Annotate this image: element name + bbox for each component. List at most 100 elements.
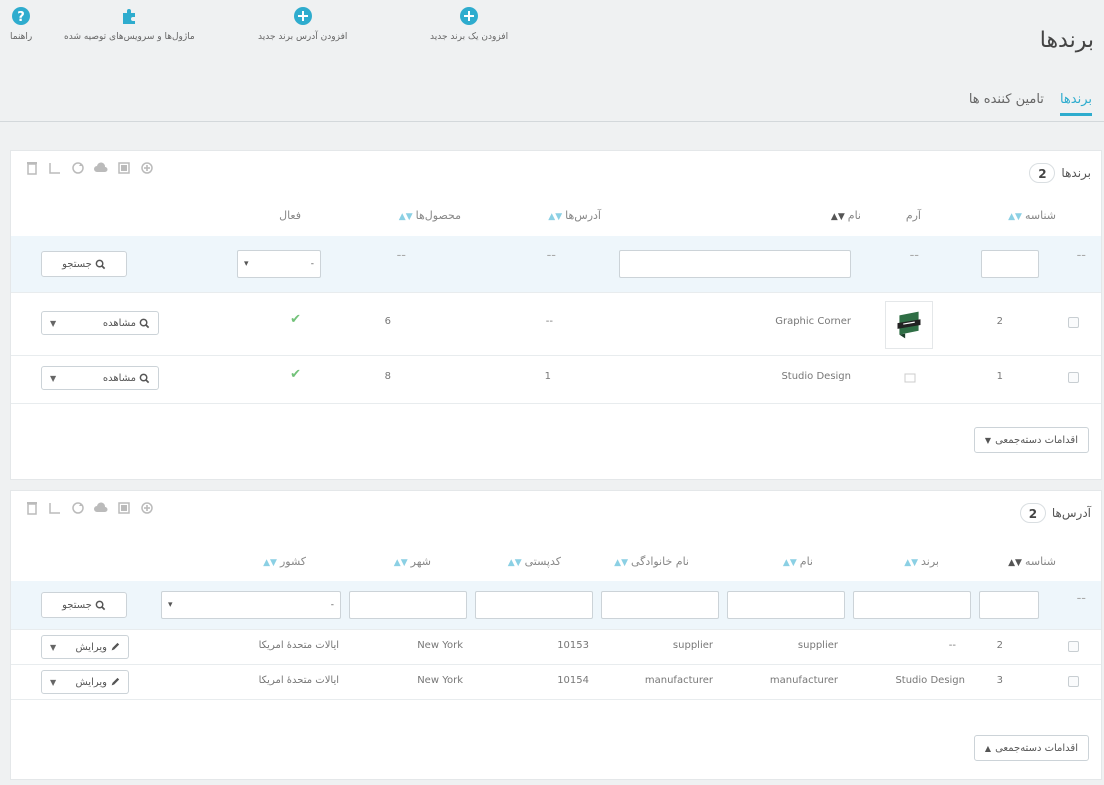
row-products: 8 xyxy=(384,371,391,382)
col-firstname[interactable]: نام▼▲ xyxy=(783,555,813,568)
search-button-label: جستجو xyxy=(62,258,92,270)
row-postcode: 10153 xyxy=(557,640,589,651)
tabs: برندها تامین کننده ها xyxy=(969,92,1092,116)
search-icon xyxy=(95,259,106,269)
col-addresses[interactable]: آدرس‌ها▼▲ xyxy=(548,209,601,222)
view-button-label: مشاهده xyxy=(102,372,136,384)
caret-down-icon[interactable]: ▼ xyxy=(50,319,56,328)
bulk-actions-button[interactable]: اقدامات دسته‌جمعی ▲ xyxy=(973,735,1089,761)
refresh-icon[interactable] xyxy=(71,501,85,515)
row-id: 3 xyxy=(996,675,1003,686)
col-city[interactable]: شهر▼▲ xyxy=(394,555,431,568)
pencil-icon xyxy=(111,677,120,686)
brands-filter-row: -- -- -- -- ▾ - جستجو xyxy=(11,236,1101,292)
sort-icon[interactable]: ▼▲ xyxy=(783,558,797,568)
row-id: 1 xyxy=(996,371,1003,382)
tab-brands[interactable]: برندها xyxy=(1059,92,1092,116)
add-icon[interactable] xyxy=(140,501,154,515)
cloud-export-icon[interactable] xyxy=(94,501,108,515)
brands-panel: برندها 2 شناسه▼▲ آرم نام▼▲ آدرس‌ها▼▲ محص… xyxy=(10,150,1102,480)
brands-panel-title: برندها xyxy=(1061,166,1091,180)
filter-brand-input[interactable] xyxy=(853,591,971,619)
check-icon[interactable]: ✔ xyxy=(290,367,301,382)
tab-suppliers[interactable]: تامین کننده ها xyxy=(969,92,1044,116)
edit-button[interactable]: ویرایش ▼ xyxy=(41,635,129,659)
col-name[interactable]: نام▼▲ xyxy=(831,209,861,222)
check-icon[interactable]: ✔ xyxy=(290,312,301,327)
export-table-icon[interactable] xyxy=(117,161,131,175)
brands-panel-tools xyxy=(25,161,154,175)
filter-lastname-input[interactable] xyxy=(601,591,719,619)
col-postcode-label: کدپستی xyxy=(524,555,561,568)
filter-active-select[interactable]: ▾ - xyxy=(237,250,321,278)
sort-icon[interactable]: ▼▲ xyxy=(614,558,628,568)
row-country: ایالات متحدهٔ امریکا xyxy=(258,640,339,651)
col-brand[interactable]: برند▼▲ xyxy=(904,555,939,568)
page-title: برندها xyxy=(1039,28,1094,53)
refresh-icon[interactable] xyxy=(71,161,85,175)
sql-query-icon[interactable] xyxy=(48,161,62,175)
delete-icon[interactable] xyxy=(25,161,39,175)
recommended-modules-button[interactable]: ماژول‌ها و سرویس‌های توصیه شده xyxy=(64,6,195,42)
filter-dash: -- xyxy=(396,248,406,263)
row-checkbox[interactable] xyxy=(1068,676,1079,687)
addresses-panel-title: آدرس‌ها xyxy=(1051,506,1091,520)
divider xyxy=(11,699,1101,700)
filter-postcode-input[interactable] xyxy=(475,591,593,619)
view-button-label-wrap: مشاهده xyxy=(103,373,150,384)
filter-name-input[interactable] xyxy=(619,250,851,278)
sql-query-icon[interactable] xyxy=(48,501,62,515)
sort-icon[interactable]: ▼▲ xyxy=(394,558,408,568)
cloud-export-icon[interactable] xyxy=(94,161,108,175)
filter-firstname-input[interactable] xyxy=(727,591,845,619)
caret-down-icon[interactable]: ▼ xyxy=(50,374,56,383)
delete-icon[interactable] xyxy=(25,501,39,515)
sort-icon[interactable]: ▼▲ xyxy=(263,558,277,568)
addresses-panel: آدرس‌ها 2 شناسه▼▲ برند▼▲ نام▼▲ نام خانوا… xyxy=(10,490,1102,780)
chevron-down-icon: ▾ xyxy=(244,259,249,269)
col-id[interactable]: شناسه▼▲ xyxy=(1008,209,1056,222)
row-checkbox[interactable] xyxy=(1068,317,1079,328)
filter-id-input[interactable] xyxy=(981,250,1039,278)
edit-button[interactable]: ویرایش ▼ xyxy=(41,670,129,694)
sort-icon[interactable]: ▼▲ xyxy=(548,212,562,222)
search-icon xyxy=(139,318,150,328)
sort-icon[interactable]: ▼▲ xyxy=(904,558,918,568)
sort-icon[interactable]: ▼▲ xyxy=(831,212,845,222)
row-checkbox[interactable] xyxy=(1068,641,1079,652)
brands-search-button[interactable]: جستجو xyxy=(41,251,127,277)
col-id-label: شناسه xyxy=(1024,209,1056,222)
caret-down-icon[interactable]: ▼ xyxy=(50,678,56,687)
sort-icon[interactable]: ▼▲ xyxy=(508,558,522,568)
sort-icon[interactable]: ▼▲ xyxy=(399,212,413,222)
row-brand: -- xyxy=(948,640,956,651)
addresses-search-button[interactable]: جستجو xyxy=(41,592,127,618)
add-icon[interactable] xyxy=(140,161,154,175)
chevron-down-icon: ▾ xyxy=(168,600,173,610)
filter-city-input[interactable] xyxy=(349,591,467,619)
table-row: 3 Studio Design manufacturer manufacture… xyxy=(11,665,1101,699)
sort-icon[interactable]: ▼▲ xyxy=(1008,212,1022,222)
view-button[interactable]: مشاهده ▼ xyxy=(41,311,159,335)
brand-logo-image xyxy=(897,311,921,339)
row-checkbox[interactable] xyxy=(1068,372,1079,383)
bulk-actions-button[interactable]: اقدامات دسته‌جمعی ▼ xyxy=(973,427,1089,453)
help-button[interactable]: ? راهنما xyxy=(10,6,32,42)
export-table-icon[interactable] xyxy=(117,501,131,515)
col-addresses-label: آدرس‌ها xyxy=(565,209,601,222)
col-postcode[interactable]: کدپستی▼▲ xyxy=(508,555,561,568)
filter-id-input[interactable] xyxy=(979,591,1039,619)
col-products[interactable]: محصول‌ها▼▲ xyxy=(399,209,461,222)
filter-country-select[interactable]: ▾ - xyxy=(161,591,341,619)
addresses-panel-header: آدرس‌ها 2 xyxy=(1019,503,1091,523)
col-name-label: نام xyxy=(847,209,861,222)
col-lastname[interactable]: نام خانوادگی▼▲ xyxy=(614,555,689,568)
search-icon xyxy=(139,373,150,383)
add-brand-button[interactable]: افزودن یک برند جدید xyxy=(430,6,508,42)
col-country[interactable]: کشور▼▲ xyxy=(263,555,306,568)
caret-down-icon[interactable]: ▼ xyxy=(50,643,56,652)
col-id[interactable]: شناسه▼▲ xyxy=(1008,555,1056,568)
add-brand-address-button[interactable]: افزودن آدرس برند جدید xyxy=(258,6,347,42)
sort-icon[interactable]: ▼▲ xyxy=(1008,558,1022,568)
view-button[interactable]: مشاهده ▼ xyxy=(41,366,159,390)
